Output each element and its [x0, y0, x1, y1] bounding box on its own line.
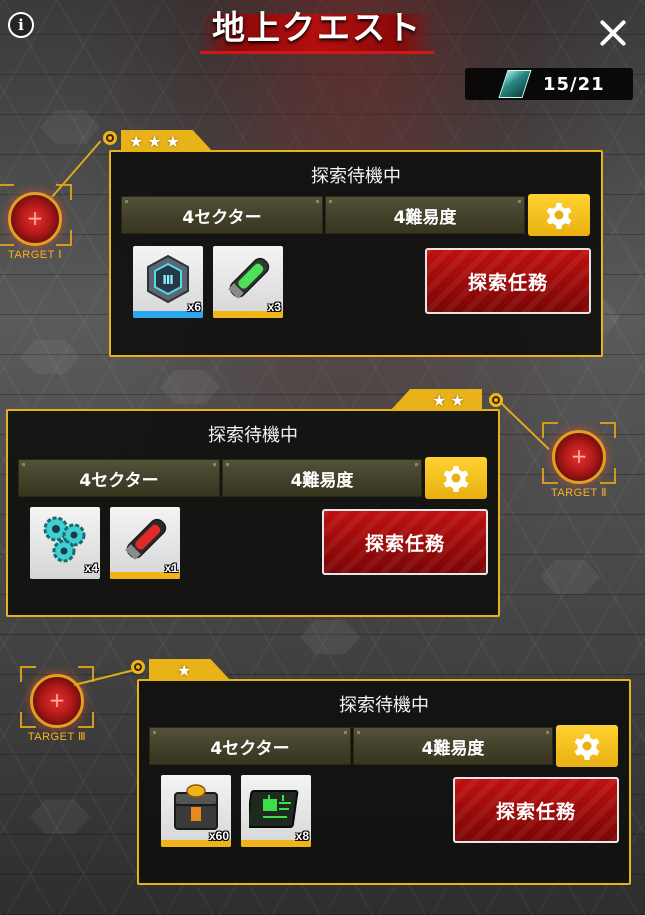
reward-qty: x3: [267, 300, 281, 314]
star-tab: ★★: [390, 389, 482, 411]
explore-mission-button[interactable]: 探索任務: [453, 777, 619, 843]
hex-chip-icon: Ⅲ: [147, 254, 189, 304]
reward-qty: x4: [84, 561, 98, 575]
target-crosshair-icon: [8, 192, 62, 246]
reward-qty: x1: [164, 561, 178, 575]
bg-hex: [30, 800, 90, 834]
quest-status: 探索待機中: [339, 695, 429, 716]
target-label: TARGET Ⅱ: [550, 487, 608, 499]
target-marker-2[interactable]: TARGET Ⅱ: [542, 422, 616, 499]
reward-item[interactable]: x60: [161, 775, 231, 847]
green-capsule-icon: [228, 257, 270, 299]
settings-button[interactable]: [528, 194, 590, 236]
red-capsule-icon: [125, 518, 167, 560]
page-title: 地上クエスト: [212, 8, 422, 47]
explore-mission-button[interactable]: 探索任務: [322, 509, 488, 575]
explore-mission-button[interactable]: 探索任務: [425, 248, 591, 314]
reward-qty: x60: [208, 829, 229, 843]
info-icon: i: [18, 16, 24, 34]
target-marker-1[interactable]: TARGET Ⅰ: [0, 184, 72, 261]
bg-hex: [160, 370, 220, 404]
settings-button[interactable]: [425, 457, 487, 499]
title-banner: 地上クエスト: [200, 6, 434, 54]
target-crosshair-icon: [552, 430, 606, 484]
bg-hex: [540, 560, 600, 594]
reward-item[interactable]: x1: [110, 507, 180, 579]
star-icon: ★★★: [129, 132, 185, 151]
ticket-counter: 15/21: [465, 68, 633, 100]
connector-line: [51, 140, 102, 198]
close-button[interactable]: [594, 14, 634, 54]
sector-cell: 4セクター: [18, 459, 220, 497]
target-marker-3[interactable]: TARGET Ⅲ: [20, 666, 94, 743]
bg-hex: [300, 620, 360, 654]
quest-status: 探索待機中: [208, 425, 298, 446]
reward-item[interactable]: Ⅲ x6: [133, 246, 203, 318]
reward-item[interactable]: x4: [30, 507, 100, 579]
quest-panel-1: ★★★ 探索待機中 4セクター 4難易度 Ⅲ x6 x3 探索任務: [109, 130, 603, 357]
reward-item[interactable]: x8: [241, 775, 311, 847]
circuit-board-icon: [249, 790, 299, 828]
sector-cell: 4セクター: [149, 727, 351, 765]
ticket-icon: [498, 70, 532, 98]
star-tab: ★: [149, 659, 231, 681]
reward-qty: x6: [187, 300, 201, 314]
supply-crate-icon: [174, 784, 218, 830]
connector-node: [489, 393, 503, 407]
bg-hex: [20, 340, 80, 374]
gear-icon: [546, 203, 572, 229]
difficulty-cell: 4難易度: [325, 196, 525, 234]
target-crosshair-icon: [30, 674, 84, 728]
reward-item[interactable]: x3: [213, 246, 283, 318]
connector-node: [103, 131, 117, 145]
difficulty-cell: 4難易度: [353, 727, 553, 765]
gear-parts-icon: [43, 516, 86, 563]
difficulty-cell: 4難易度: [222, 459, 422, 497]
quest-panel-3: ★ 探索待機中 4セクター 4難易度 x60 x8 探索任務: [137, 659, 631, 885]
reward-qty: x8: [295, 829, 309, 843]
bg-hex: [40, 110, 100, 144]
target-label: TARGET Ⅰ: [8, 249, 62, 261]
star-icon: ★: [177, 661, 196, 680]
gear-icon: [574, 734, 600, 760]
star-icon: ★★: [432, 391, 469, 410]
sector-cell: 4セクター: [121, 196, 323, 234]
quest-panel-2: ★★ 探索待機中 4セクター 4難易度 x4 x1 探索任務: [6, 389, 500, 617]
target-label: TARGET Ⅲ: [27, 731, 87, 743]
connector-node: [131, 660, 145, 674]
quest-status: 探索待機中: [311, 166, 401, 187]
info-button[interactable]: i: [8, 12, 34, 38]
star-tab: ★★★: [121, 130, 213, 152]
settings-button[interactable]: [556, 725, 618, 767]
gear-icon: [443, 466, 469, 492]
ticket-count: 15/21: [543, 73, 605, 95]
svg-text:Ⅲ: Ⅲ: [162, 273, 173, 287]
